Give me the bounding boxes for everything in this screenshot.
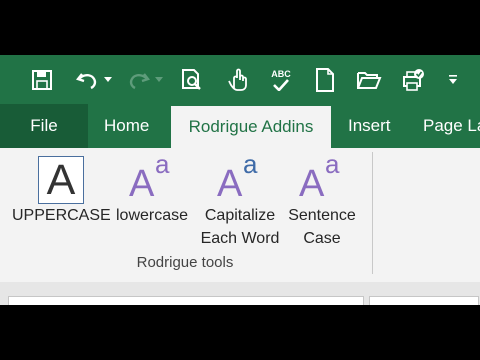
new-file-icon[interactable]: [312, 55, 338, 104]
tab-home[interactable]: Home: [104, 104, 149, 148]
uppercase-label: UPPERCASE: [12, 207, 111, 224]
tab-rodrigue-addins[interactable]: Rodrigue Addins: [171, 106, 331, 150]
quick-access-toolbar: ABC: [0, 55, 480, 104]
save-icon[interactable]: [28, 55, 56, 104]
sentence-glyph-small: a: [325, 149, 340, 179]
capitalize-glyph-small: a: [243, 149, 258, 179]
sentence-label-line2: Case: [303, 230, 341, 247]
uppercase-button[interactable]: A UPPERCASE: [12, 150, 111, 227]
share-icon[interactable]: [398, 55, 428, 104]
spelling-abc-text: ABC: [271, 68, 291, 79]
sentence-glyph-big: A: [299, 163, 325, 205]
touch-mode-icon[interactable]: [223, 55, 253, 104]
capitalize-label-line2: Each Word: [200, 230, 280, 247]
tab-page-layout[interactable]: Page La: [423, 104, 480, 148]
ribbon-tab-bar: File Home Rodrigue Addins Insert Page La: [0, 104, 480, 150]
capitalize-each-word-button[interactable]: A a Capitalize Each Word: [194, 150, 286, 250]
spelling-icon[interactable]: ABC: [268, 55, 294, 104]
uppercase-icon: A: [12, 150, 110, 204]
open-folder-icon[interactable]: [355, 55, 383, 104]
sentence-case-icon: A a: [284, 150, 360, 204]
lowercase-icon: A a: [110, 150, 194, 204]
redo-icon: [124, 55, 152, 104]
lowercase-label: lowercase: [115, 207, 189, 224]
formula-bar-strip: [0, 282, 480, 305]
redo-dropdown-icon: [152, 55, 166, 104]
group-separator: [372, 152, 373, 274]
group-label-rodrigue-tools: Rodrigue tools: [136, 254, 234, 271]
sentence-label-line1: Sentence: [288, 207, 356, 224]
print-preview-icon[interactable]: [177, 55, 207, 104]
lowercase-button[interactable]: A a lowercase: [110, 150, 194, 227]
tab-file[interactable]: File: [0, 104, 88, 148]
excel-window: ABC File Home Rodrigue Addins Insert Pag…: [0, 55, 480, 305]
capitalize-label-line1: Capitalize: [204, 207, 276, 224]
capitalize-icon: A a: [194, 150, 286, 204]
ribbon-panel: A UPPERCASE A a lowercase A a Capitalize…: [0, 148, 480, 283]
tab-insert[interactable]: Insert: [348, 104, 391, 148]
customize-qat-icon[interactable]: [446, 55, 460, 104]
undo-icon[interactable]: [74, 55, 102, 104]
name-box[interactable]: [8, 296, 364, 305]
sentence-case-button[interactable]: A a Sentence Case: [284, 150, 360, 250]
undo-dropdown-icon[interactable]: [101, 55, 115, 104]
capitalize-glyph-big: A: [217, 163, 243, 205]
lowercase-glyph-small: a: [155, 149, 170, 179]
formula-input[interactable]: [369, 296, 479, 305]
uppercase-glyph: A: [38, 156, 84, 204]
lowercase-glyph-big: A: [129, 163, 155, 205]
